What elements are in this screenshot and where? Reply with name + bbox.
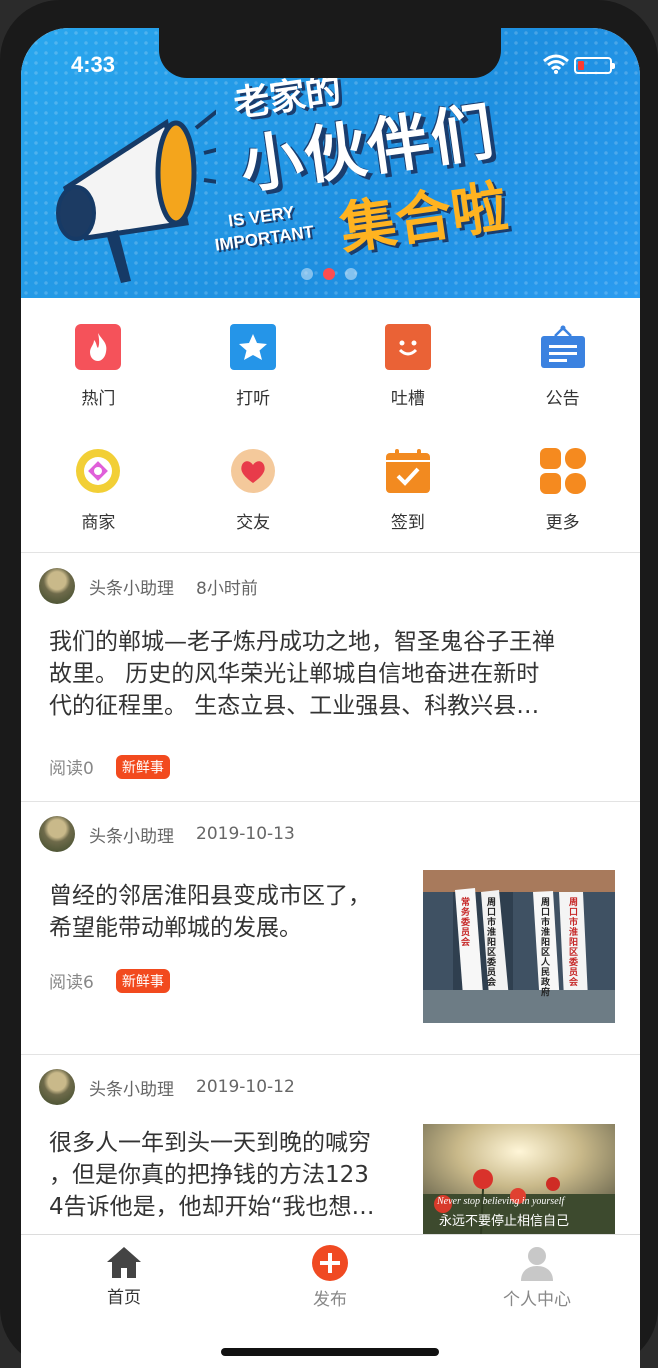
menu-label: 打听 — [236, 389, 271, 409]
feed-post[interactable]: 头条小助理 8小时前 我们的郸城—老子炼丹成功之地，智圣鬼谷子王禅 故里。 历史… — [21, 554, 640, 802]
status-bar: 4:33 — [21, 28, 640, 88]
menu-item-ask[interactable]: 打听 — [176, 298, 331, 422]
post-author[interactable]: 头条小助理 — [89, 822, 174, 847]
smile-icon — [384, 324, 431, 370]
post-tag: 新鲜事 — [115, 968, 170, 993]
post-time: 2019-10-12 — [196, 1077, 295, 1097]
home-icon — [107, 1247, 141, 1278]
thumbnail-sign-text: 常务委员会 — [461, 898, 471, 948]
user-icon — [521, 1247, 553, 1281]
post-thumbnail[interactable]: Never stop believing in yourself 永远不要停止相… — [423, 1124, 615, 1234]
post-text-line: 我们的郸城—老子炼丹成功之地，智圣鬼谷子王禅 — [49, 629, 555, 655]
post-meta: 头条小助理 2019-10-13 — [39, 816, 295, 852]
avatar[interactable] — [39, 816, 75, 852]
menu-label: 更多 — [545, 513, 580, 533]
post-footer: 阅读0 新鲜事 — [49, 754, 170, 779]
post-time: 2019-10-13 — [196, 824, 295, 844]
read-count: 阅读6 — [49, 973, 94, 993]
post-meta: 头条小助理 8小时前 — [39, 568, 258, 604]
heart-icon — [230, 448, 276, 494]
app-screen: 老家的 小伙伴们 IS VERY IMPORTANT 集合啦 4:33 热门 打… — [21, 28, 640, 1368]
post-author[interactable]: 头条小助理 — [89, 1075, 174, 1100]
megaphone-icon — [56, 109, 216, 283]
post-text-line: 4告诉他是，他却开始“我也想… — [49, 1194, 375, 1220]
tab-label: 个人中心 — [503, 1290, 571, 1310]
wifi-icon — [543, 54, 569, 74]
star-icon — [230, 324, 277, 370]
menu-item-shop[interactable]: 商家 — [21, 422, 176, 546]
menu-label: 签到 — [390, 513, 425, 533]
home-indicator[interactable] — [221, 1348, 439, 1356]
post-text-line: 很多人一年到头一天到晚的喊穷 — [49, 1130, 371, 1156]
menu-item-hot[interactable]: 热门 — [21, 298, 176, 422]
post-text-line: 希望能带动郸城的发展。 — [49, 915, 302, 941]
tab-publish[interactable]: 发布 — [270, 1245, 390, 1310]
banner-english-text: IS VERY IMPORTANT — [210, 199, 315, 256]
device-notch — [159, 28, 501, 78]
fire-icon — [75, 324, 122, 370]
thumbnail-sign-text: 周口市淮阳区委员会 — [569, 898, 579, 988]
thumbnail-sign-text: 周口市淮阳区委员会 — [487, 898, 497, 988]
shop-icon — [75, 448, 121, 494]
menu-label: 热门 — [81, 389, 116, 409]
thumbnail-image — [423, 870, 615, 1023]
tab-home[interactable]: 首页 — [64, 1245, 184, 1308]
status-time: 4:33 — [71, 52, 116, 77]
post-author[interactable]: 头条小助理 — [89, 574, 174, 599]
tab-profile[interactable]: 个人中心 — [477, 1245, 597, 1310]
thumbnail-sign-text: 周口市淮阳区人民政府 — [541, 898, 551, 998]
post-time: 8小时前 — [196, 578, 258, 599]
post-meta: 头条小助理 2019-10-12 — [39, 1069, 295, 1105]
feed-post[interactable]: 头条小助理 2019-10-12 很多人一年到头一天到晚的喊穷 ，但是你真的把挣… — [21, 1055, 640, 1255]
post-text: 很多人一年到头一天到晚的喊穷 ，但是你真的把挣钱的方法123 4告诉他是，他却开… — [49, 1127, 375, 1223]
menu-item-friends[interactable]: 交友 — [176, 422, 331, 546]
feed-post[interactable]: 头条小助理 2019-10-13 曾经的邻居淮阳县变成市区了， 希望能带动郸城的… — [21, 802, 640, 1055]
category-grid: 热门 打听 吐槽 公告 商家 交友 签到 更多 — [21, 298, 640, 553]
post-text-line: ，但是你真的把挣钱的方法123 — [49, 1162, 369, 1188]
post-footer: 阅读6 新鲜事 — [49, 968, 170, 993]
menu-item-more[interactable]: 更多 — [485, 422, 640, 546]
post-tag: 新鲜事 — [115, 754, 170, 779]
banner-carousel[interactable]: 老家的 小伙伴们 IS VERY IMPORTANT 集合啦 4:33 — [21, 28, 640, 298]
calendar-check-icon — [385, 448, 431, 494]
thumbnail-caption-cn: 永远不要停止相信自己 — [439, 1214, 570, 1229]
grid-icon — [539, 448, 586, 494]
menu-item-complain[interactable]: 吐槽 — [331, 298, 486, 422]
post-text-line: 故里。 历史的风华荣光让郸城自信地奋进在新时 — [49, 661, 540, 687]
menu-label: 吐槽 — [390, 389, 425, 409]
carousel-dot[interactable] — [301, 268, 313, 280]
post-text: 曾经的邻居淮阳县变成市区了， 希望能带动郸城的发展。 — [49, 880, 371, 944]
post-text-line: 代的征程里。 生态立县、工业强县、科教兴县… — [49, 693, 540, 719]
notice-icon — [540, 324, 586, 370]
menu-label: 交友 — [236, 513, 271, 533]
avatar[interactable] — [39, 1069, 75, 1105]
battery-icon — [574, 57, 615, 74]
post-thumbnail[interactable]: 常务委员会 周口市淮阳区委员会 周口市淮阳区人民政府 周口市淮阳区委员会 — [423, 870, 615, 1023]
carousel-dots — [301, 268, 357, 280]
carousel-dot[interactable] — [345, 268, 357, 280]
plus-circle-icon — [312, 1245, 348, 1281]
menu-label: 商家 — [81, 513, 116, 533]
menu-item-checkin[interactable]: 签到 — [331, 422, 486, 546]
menu-label: 公告 — [545, 389, 580, 409]
news-feed: 头条小助理 8小时前 我们的郸城—老子炼丹成功之地，智圣鬼谷子王禅 故里。 历史… — [21, 554, 640, 1255]
read-count: 阅读0 — [49, 759, 94, 779]
tab-label: 首页 — [107, 1288, 141, 1308]
avatar[interactable] — [39, 568, 75, 604]
carousel-dot-active[interactable] — [323, 268, 335, 280]
tab-label: 发布 — [313, 1290, 347, 1310]
thumbnail-caption-en: Never stop believing in yourself — [437, 1196, 565, 1207]
post-text: 我们的郸城—老子炼丹成功之地，智圣鬼谷子王禅 故里。 历史的风华荣光让郸城自信地… — [49, 626, 555, 722]
post-text-line: 曾经的邻居淮阳县变成市区了， — [49, 883, 371, 909]
menu-item-notice[interactable]: 公告 — [485, 298, 640, 422]
